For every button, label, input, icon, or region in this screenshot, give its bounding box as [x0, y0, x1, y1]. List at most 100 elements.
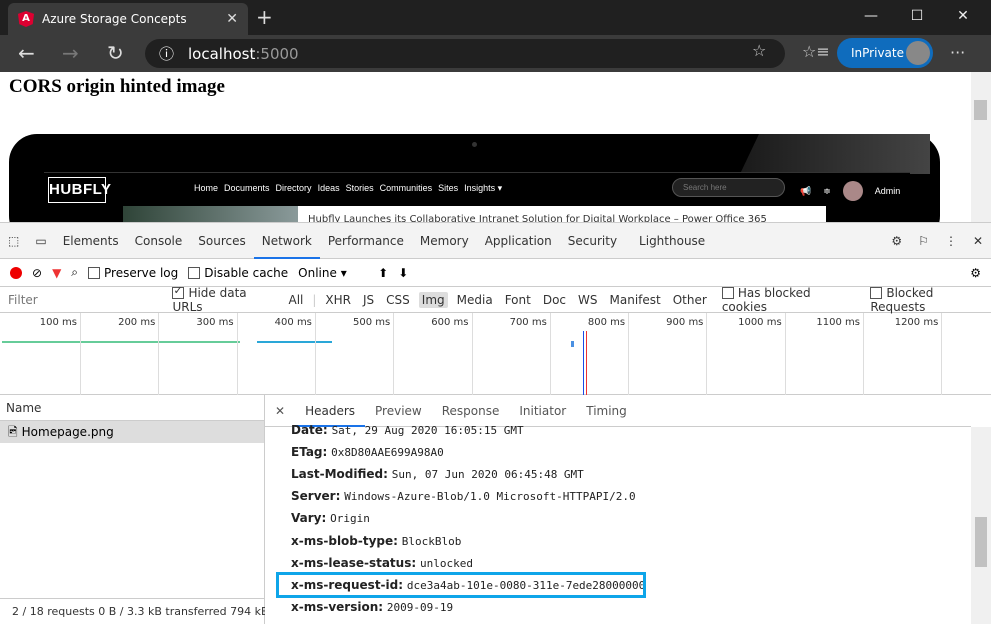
article-snippet: Hubfly Launches its Collaborative Intran…: [298, 206, 826, 222]
image-file-icon: 🖻: [8, 425, 18, 439]
nav-sites[interactable]: Sites: [438, 183, 458, 194]
tick-label: 200 ms: [118, 317, 156, 328]
devtools-panel: ⬚ ▭ Elements Console Sources Network Per…: [0, 222, 991, 624]
tab-sources[interactable]: Sources: [190, 223, 253, 259]
tab-memory[interactable]: Memory: [412, 223, 477, 259]
info-icon[interactable]: ⓘ: [159, 43, 174, 64]
tab-headers[interactable]: Headers: [295, 395, 366, 427]
filter-manifest[interactable]: Manifest: [607, 292, 664, 308]
sliders-icon[interactable]: ≑: [823, 186, 831, 197]
timeline-tick: 600 ms: [431, 313, 473, 395]
minimize-button[interactable]: —: [848, 0, 894, 32]
hubfly-search[interactable]: Search here: [672, 178, 785, 197]
tab-performance[interactable]: Performance: [320, 223, 412, 259]
favorite-star-icon[interactable]: ☆: [752, 41, 766, 60]
disable-cache-checkbox[interactable]: Disable cache: [188, 266, 288, 280]
tab-elements[interactable]: Elements: [55, 223, 127, 259]
tab-security[interactable]: Security: [560, 223, 625, 259]
maximize-button[interactable]: ☐: [894, 0, 940, 32]
close-devtools-icon[interactable]: ✕: [965, 223, 991, 259]
record-icon[interactable]: [10, 266, 22, 279]
blocked-cookies-checkbox[interactable]: Has blocked cookies: [721, 285, 859, 314]
close-tab-icon[interactable]: ✕: [226, 11, 238, 27]
tab-application[interactable]: Application: [477, 223, 560, 259]
detail-scrollbar[interactable]: [971, 427, 991, 624]
clear-icon[interactable]: ⊘: [32, 266, 42, 280]
search-icon[interactable]: ⌕: [71, 265, 78, 280]
filter-all[interactable]: All: [285, 292, 306, 308]
header-name: Vary:: [291, 511, 327, 526]
more-menu-button[interactable]: ···: [950, 43, 965, 62]
network-timeline[interactable]: 100 ms 200 ms 300 ms 400 ms 500 ms 600 ms 700 …: [0, 313, 991, 395]
blocked-requests-checkbox[interactable]: Blocked Requests: [870, 286, 991, 314]
nav-home[interactable]: Home: [194, 183, 218, 194]
feedback-icon[interactable]: ⚐: [910, 223, 937, 259]
filter-media[interactable]: Media: [454, 292, 496, 308]
tab-lighthouse[interactable]: Lighthouse: [631, 223, 713, 259]
tab-network[interactable]: Network: [253, 223, 320, 259]
filter-ws[interactable]: WS: [575, 292, 600, 308]
tab-console[interactable]: Console: [127, 223, 191, 259]
preserve-log-checkbox[interactable]: Preserve log: [88, 266, 178, 280]
refresh-button[interactable]: ↻: [107, 41, 124, 65]
page-scrollbar[interactable]: [971, 72, 991, 222]
filter-img[interactable]: Img: [418, 291, 448, 308]
hide-data-urls-checkbox[interactable]: Hide data URLs: [172, 284, 279, 314]
tab-response[interactable]: Response: [432, 395, 510, 427]
filter-xhr[interactable]: XHR: [322, 292, 354, 308]
timeline-bar: [571, 341, 574, 347]
throttle-select[interactable]: Online ▾: [298, 266, 368, 280]
header-row: ETag: 0x8D80AAE699A98A0: [291, 445, 444, 459]
tick-label: 900 ms: [666, 317, 704, 328]
page-heading: CORS origin hinted image: [9, 76, 225, 97]
inprivate-button[interactable]: InPrivate: [837, 38, 933, 68]
tab-preview[interactable]: Preview: [365, 395, 432, 427]
avatar: [906, 41, 930, 65]
header-name: x-ms-lease-status:: [291, 555, 417, 570]
name-column-header[interactable]: Name: [0, 395, 264, 421]
import-har-icon[interactable]: ⬆: [378, 266, 388, 280]
nav-documents[interactable]: Documents: [224, 183, 270, 194]
header-name: ETag:: [291, 445, 328, 460]
tab-title: Azure Storage Concepts: [42, 12, 187, 26]
url-input[interactable]: ⓘ localhost:5000: [145, 39, 785, 68]
inspect-icon[interactable]: ⬚: [0, 223, 27, 259]
title-bar: A Azure Storage Concepts ✕ + — ☐ ✕: [0, 0, 991, 35]
filter-css[interactable]: CSS: [383, 292, 413, 308]
export-har-icon[interactable]: ⬇: [398, 266, 408, 280]
filter-icon[interactable]: ▼: [52, 266, 61, 280]
close-window-button[interactable]: ✕: [940, 0, 986, 32]
user-avatar[interactable]: [842, 181, 863, 201]
blocked-cookies-label: Has blocked cookies: [721, 285, 811, 314]
filter-js[interactable]: JS: [360, 292, 377, 308]
back-button[interactable]: ←: [18, 41, 35, 65]
tab-initiator[interactable]: Initiator: [509, 395, 576, 427]
nav-directory[interactable]: Directory: [276, 183, 312, 194]
tick-label: 1000 ms: [738, 317, 782, 328]
device-toggle-icon[interactable]: ▭: [27, 223, 54, 259]
megaphone-icon[interactable]: 📢: [800, 186, 811, 197]
nav-ideas[interactable]: Ideas: [318, 183, 340, 194]
filter-doc[interactable]: Doc: [540, 292, 569, 308]
forward-button[interactable]: →: [62, 41, 79, 65]
nav-communities[interactable]: Communities: [380, 183, 433, 194]
filter-input[interactable]: Filter: [8, 293, 166, 307]
camera-dot: [472, 142, 477, 147]
close-detail-icon[interactable]: ✕: [265, 404, 295, 418]
header-row: Vary: Origin: [291, 511, 370, 525]
network-settings-icon[interactable]: ⚙: [970, 266, 981, 280]
highlight-box: [276, 572, 646, 598]
new-tab-button[interactable]: +: [256, 5, 273, 29]
nav-insights[interactable]: Insights ▾: [464, 183, 502, 194]
request-row[interactable]: 🖻 Homepage.png: [0, 421, 264, 443]
favorites-icon[interactable]: ☆≡: [802, 42, 830, 61]
nav-stories[interactable]: Stories: [346, 183, 374, 194]
more-icon[interactable]: ⋮: [937, 223, 965, 259]
filter-font[interactable]: Font: [502, 292, 534, 308]
settings-icon[interactable]: ⚙: [883, 223, 910, 259]
tick-label: 600 ms: [431, 317, 469, 328]
tab-timing[interactable]: Timing: [576, 395, 637, 427]
browser-tab[interactable]: A Azure Storage Concepts ✕: [8, 3, 248, 35]
hubfly-user-area: 📢 ≑ Admin: [800, 181, 900, 201]
filter-other[interactable]: Other: [670, 292, 710, 308]
